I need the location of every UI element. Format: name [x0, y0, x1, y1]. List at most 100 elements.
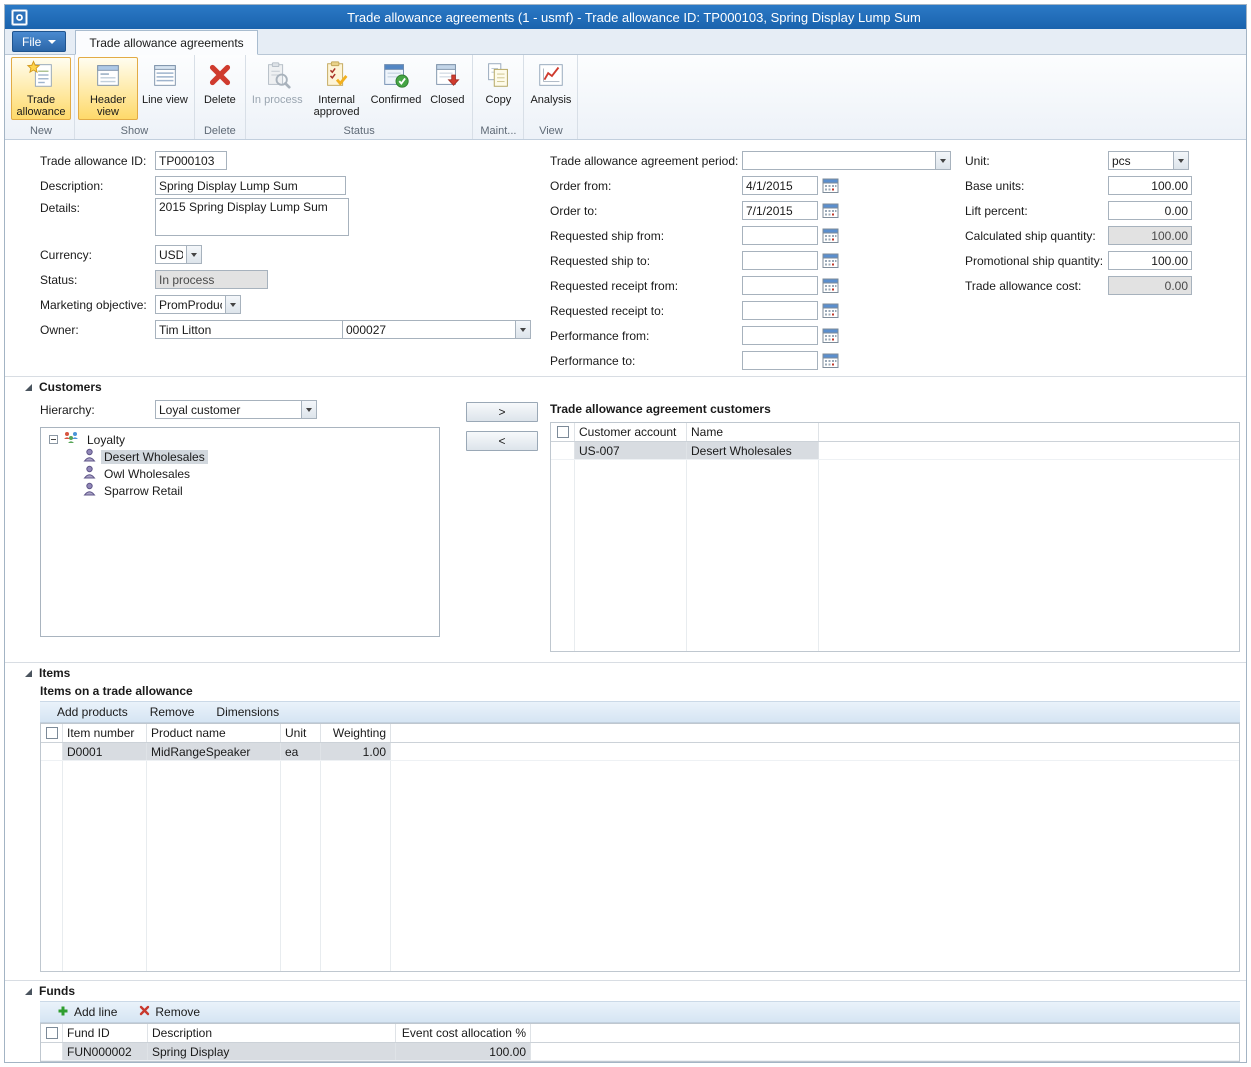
column-header-fund-id[interactable]: Fund ID: [63, 1024, 148, 1042]
calendar-icon[interactable]: [821, 226, 840, 245]
unit-field[interactable]: [1108, 151, 1173, 170]
items-section-header[interactable]: Items: [5, 663, 1246, 683]
customers-section-header[interactable]: Customers: [5, 377, 1246, 397]
marketing-objective-field[interactable]: [155, 295, 225, 314]
chevron-down-icon[interactable]: [935, 151, 951, 170]
add-line-button[interactable]: Add line: [57, 1005, 117, 1020]
field-label: Requested ship to:: [550, 254, 742, 268]
period-field[interactable]: [742, 151, 935, 170]
funds-action-strip: Add line Remove: [40, 1001, 1240, 1023]
chevron-down-icon[interactable]: [301, 400, 317, 419]
checkbox[interactable]: [46, 1027, 58, 1039]
requested-ship-to-field[interactable]: [742, 251, 818, 270]
calendar-icon[interactable]: [821, 276, 840, 295]
field-label: Trade allowance cost:: [965, 279, 1108, 293]
select-all-checkbox-cell[interactable]: [41, 1024, 63, 1042]
column-header-unit[interactable]: Unit: [281, 724, 321, 742]
tree-node-customer[interactable]: Desert Wholesales: [41, 448, 439, 465]
tree-node-customer[interactable]: Sparrow Retail: [41, 482, 439, 499]
calendar-icon[interactable]: [821, 251, 840, 270]
in-process-button: In process: [249, 57, 306, 108]
delete-icon: [205, 60, 235, 94]
confirmed-button[interactable]: Confirmed: [368, 57, 425, 108]
calendar-icon[interactable]: [821, 201, 840, 220]
new-trade-allowance-button[interactable]: Trade allowance: [11, 57, 71, 120]
funds-section-header[interactable]: Funds: [5, 981, 1246, 1001]
header-view-button[interactable]: Header view: [78, 57, 138, 120]
requested-receipt-to-field[interactable]: [742, 301, 818, 320]
file-menu-button[interactable]: File: [12, 31, 66, 52]
column-header-customer-account[interactable]: Customer account: [575, 423, 687, 441]
item-row[interactable]: D0001 MidRangeSpeaker ea 1.00: [41, 743, 1239, 761]
move-left-button[interactable]: <: [466, 431, 538, 451]
select-all-checkbox-cell[interactable]: [551, 423, 575, 441]
analysis-button[interactable]: Analysis: [527, 57, 574, 108]
calendar-icon[interactable]: [821, 351, 840, 370]
field-label: Unit:: [965, 154, 1108, 168]
performance-to-field[interactable]: [742, 351, 818, 370]
chevron-down-icon[interactable]: [1173, 151, 1189, 170]
trade-allowance-id-field[interactable]: [155, 151, 227, 170]
performance-from-field[interactable]: [742, 326, 818, 345]
internal-approved-button[interactable]: Internal approved: [307, 57, 367, 120]
owner-name-field[interactable]: [155, 320, 343, 339]
hierarchy-combo[interactable]: [155, 400, 317, 419]
customer-row[interactable]: US-007 Desert Wholesales: [551, 442, 1239, 460]
chevron-down-icon[interactable]: [186, 245, 202, 264]
currency-combo[interactable]: [155, 245, 202, 264]
details-field[interactable]: 2015 Spring Display Lump Sum: [155, 198, 349, 236]
column-header-description[interactable]: Description: [148, 1024, 396, 1042]
owner-code-field[interactable]: [342, 320, 515, 339]
select-all-checkbox-cell[interactable]: [41, 724, 63, 742]
row-checkbox-cell[interactable]: [41, 743, 63, 760]
calendar-icon[interactable]: [821, 176, 840, 195]
dimensions-button[interactable]: Dimensions: [216, 705, 279, 719]
promotional-ship-quantity-field[interactable]: [1108, 251, 1192, 270]
move-right-button[interactable]: >: [466, 402, 538, 422]
column-header-filler: [819, 423, 1239, 441]
requested-ship-from-field[interactable]: [742, 226, 818, 245]
line-view-button[interactable]: Line view: [139, 57, 191, 108]
order-from-field[interactable]: [742, 176, 818, 195]
tree-node-root[interactable]: Loyalty: [41, 431, 439, 448]
calendar-icon[interactable]: [821, 301, 840, 320]
delete-button[interactable]: Delete: [198, 57, 242, 108]
field-label: Requested receipt to:: [550, 304, 742, 318]
row-checkbox-cell[interactable]: [41, 1043, 63, 1060]
currency-field[interactable]: [155, 245, 186, 264]
description-field[interactable]: [155, 176, 346, 195]
ribbon-group-view: Analysis View: [524, 55, 578, 139]
ribbon: Trade allowance New Header view Line vie…: [5, 55, 1246, 140]
add-products-button[interactable]: Add products: [57, 705, 128, 719]
tab-trade-allowance-agreements[interactable]: Trade allowance agreements: [75, 30, 257, 55]
base-units-field[interactable]: [1108, 176, 1192, 195]
chevron-down-icon[interactable]: [515, 320, 531, 339]
fund-row[interactable]: FUN000002 Spring Display 100.00: [41, 1043, 1239, 1061]
column-header-event-cost-allocation[interactable]: Event cost allocation %: [396, 1024, 531, 1042]
chevron-down-icon[interactable]: [225, 295, 241, 314]
column-header-name[interactable]: Name: [687, 423, 819, 441]
closed-button[interactable]: Closed: [425, 57, 469, 108]
row-checkbox-cell[interactable]: [551, 442, 575, 459]
period-combo[interactable]: [742, 151, 951, 170]
calendar-icon[interactable]: [821, 326, 840, 345]
column-header-item-number[interactable]: Item number: [63, 724, 147, 742]
trade-allowance-icon: [26, 60, 56, 94]
column-header-weighting[interactable]: Weighting: [321, 724, 391, 742]
checkbox[interactable]: [557, 426, 569, 438]
column-header-product-name[interactable]: Product name: [147, 724, 281, 742]
owner-combo[interactable]: [155, 320, 531, 339]
copy-button[interactable]: Copy: [476, 57, 520, 108]
unit-combo[interactable]: [1108, 151, 1189, 170]
remove-fund-button[interactable]: Remove: [139, 1005, 200, 1019]
marketing-objective-combo[interactable]: [155, 295, 241, 314]
checkbox[interactable]: [46, 727, 58, 739]
lift-percent-field[interactable]: [1108, 201, 1192, 220]
ribbon-group-status: In process Internal approved Confirmed C…: [246, 55, 474, 139]
hierarchy-field[interactable]: [155, 400, 301, 419]
tree-node-customer[interactable]: Owl Wholesales: [41, 465, 439, 482]
remove-items-button[interactable]: Remove: [150, 705, 195, 719]
collapse-expander-icon[interactable]: [49, 435, 58, 444]
requested-receipt-from-field[interactable]: [742, 276, 818, 295]
order-to-field[interactable]: [742, 201, 818, 220]
